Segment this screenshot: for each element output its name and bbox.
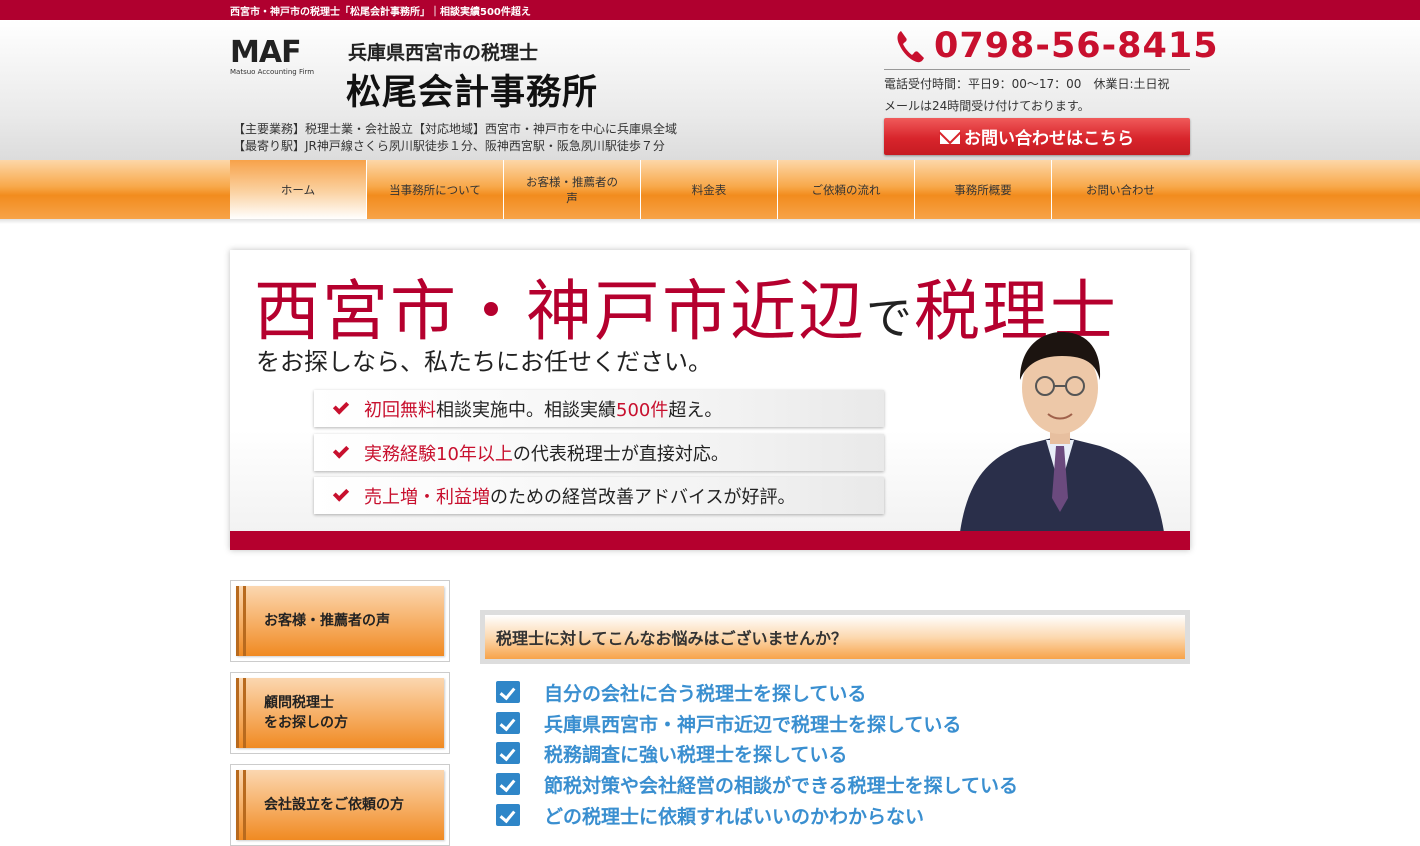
contact-button[interactable]: お問い合わせはこちら xyxy=(884,118,1190,155)
concern-item: 自分の会社に合う税理士を探している xyxy=(496,680,867,705)
sidebar-item-incorporation[interactable]: 会社設立をご依頼の方 xyxy=(230,764,450,846)
representative-photo xyxy=(960,332,1164,532)
concern-heading: 税理士に対してこんなお悩みはございませんか？ xyxy=(485,615,1185,659)
nav-contact[interactable]: お問い合わせ xyxy=(1052,160,1189,219)
hero-accent-bar xyxy=(230,531,1190,550)
check-icon xyxy=(332,442,350,459)
hero-point: 初回無料相談実施中。相談実績500件超え。 xyxy=(314,390,884,427)
concern-text: 自分の会社に合う税理士を探している xyxy=(544,682,867,705)
info-services: 【主要業務】税理士業・会社設立【対応地域】西宮市・神戸市を中心に兵庫県全域 xyxy=(233,122,678,136)
sidebar-item-label: 顧問税理士 xyxy=(264,695,334,711)
business-hours: 電話受付時間：平日9：00〜17：00 休業日:土日祝 xyxy=(884,77,1170,91)
concern-text: 税務調査に強い税理士を探している xyxy=(544,743,848,766)
point-text: 相談実施中。相談実績 xyxy=(436,399,616,421)
sidebar-item-testimonials[interactable]: お客様・推薦者の声 xyxy=(230,580,450,662)
nav-flow[interactable]: ご依頼の流れ xyxy=(778,160,915,219)
concern-item: どの税理士に依頼すればいいのかわからない xyxy=(496,803,925,828)
sidebar-item-label: 会社設立をご依頼の方 xyxy=(236,770,444,840)
point-highlight: 500件 xyxy=(616,399,669,421)
hero-banner: 西宮市・神戸市近辺で税理士 をお探しなら、私たちにお任せください。 初回無料相談… xyxy=(230,250,1190,550)
checkbox-icon xyxy=(496,681,520,703)
sidebar-item-advisor[interactable]: 顧問税理士 をお探しの方 xyxy=(230,672,450,754)
nav-about[interactable]: 当事務所について xyxy=(367,160,504,219)
phone-icon xyxy=(897,31,924,63)
phone-divider xyxy=(884,69,1190,70)
checkbox-icon xyxy=(496,712,520,734)
hero-title-particle: で xyxy=(866,291,914,345)
sidebar-item-label: をお探しの方 xyxy=(264,715,348,731)
nav-office[interactable]: 事務所概要 xyxy=(915,160,1052,219)
sidebar-item-label: お客様・推薦者の声 xyxy=(236,586,444,656)
nav-testimonials[interactable]: お客様・推薦者の声 xyxy=(504,160,641,219)
nav-home[interactable]: ホーム xyxy=(230,160,367,219)
point-text: の代表税理士が直接対応。 xyxy=(512,443,729,465)
site-subtitle: 兵庫県西宮市の税理士 xyxy=(348,42,539,64)
contact-button-label: お問い合わせはこちら xyxy=(964,129,1134,149)
check-icon xyxy=(332,398,350,415)
concern-text: 節税対策や会社経営の相談ができる税理士を探している xyxy=(544,774,1019,797)
nav-fees[interactable]: 料金表 xyxy=(641,160,778,219)
point-highlight: 売上増・利益増 xyxy=(364,486,490,508)
concern-item: 節税対策や会社経営の相談ができる税理士を探している xyxy=(496,772,1019,797)
concern-item: 税務調査に強い税理士を探している xyxy=(496,741,848,766)
top-strip-text: 西宮市・神戸市の税理士「松尾会計事務所」｜相談実績500件超え xyxy=(230,7,531,18)
phone-number[interactable]: 0798-56-8415 xyxy=(934,26,1219,66)
point-text: 超え。 xyxy=(668,399,723,421)
logo[interactable]: MAF Matsuo Accounting Firm xyxy=(230,38,320,96)
concern-text: どの税理士に依頼すればいいのかわからない xyxy=(544,805,925,828)
mail-icon xyxy=(940,129,960,144)
point-text: のための経営改善アドバイスが好評。 xyxy=(490,486,796,508)
info-stations: 【最寄り駅】JR神戸線さくら夙川駅徒歩１分、阪神西宮駅・阪急夙川駅徒歩７分 xyxy=(233,139,665,153)
hero-point: 実務経験10年以上の代表税理士が直接対応。 xyxy=(314,434,884,471)
checkbox-icon xyxy=(496,773,520,795)
concern-text: 兵庫県西宮市・神戸市近辺で税理士を探している xyxy=(544,713,962,736)
logo-mark: MAF xyxy=(230,35,302,70)
point-highlight: 初回無料 xyxy=(364,399,436,421)
top-strip: 西宮市・神戸市の税理士「松尾会計事務所」｜相談実績500件超え xyxy=(0,0,1420,20)
mail-note: メールは24時間受け付けております。 xyxy=(884,99,1090,113)
hero-subtitle: をお探しなら、私たちにお任せください。 xyxy=(256,348,712,376)
logo-caption: Matsuo Accounting Firm xyxy=(230,68,315,76)
concern-item: 兵庫県西宮市・神戸市近辺で税理士を探している xyxy=(496,711,962,736)
hero-point: 売上増・利益増のための経営改善アドバイスが好評。 xyxy=(314,477,884,514)
checkbox-icon xyxy=(496,742,520,764)
site-title[interactable]: 松尾会計事務所 xyxy=(346,64,598,115)
concern-heading-box: 税理士に対してこんなお悩みはございませんか？ xyxy=(480,610,1190,664)
point-highlight: 実務経験10年以上 xyxy=(364,443,513,465)
check-icon xyxy=(332,485,350,502)
checkbox-icon xyxy=(496,804,520,826)
hero-title-area: 西宮市・神戸市近辺 xyxy=(254,273,866,350)
